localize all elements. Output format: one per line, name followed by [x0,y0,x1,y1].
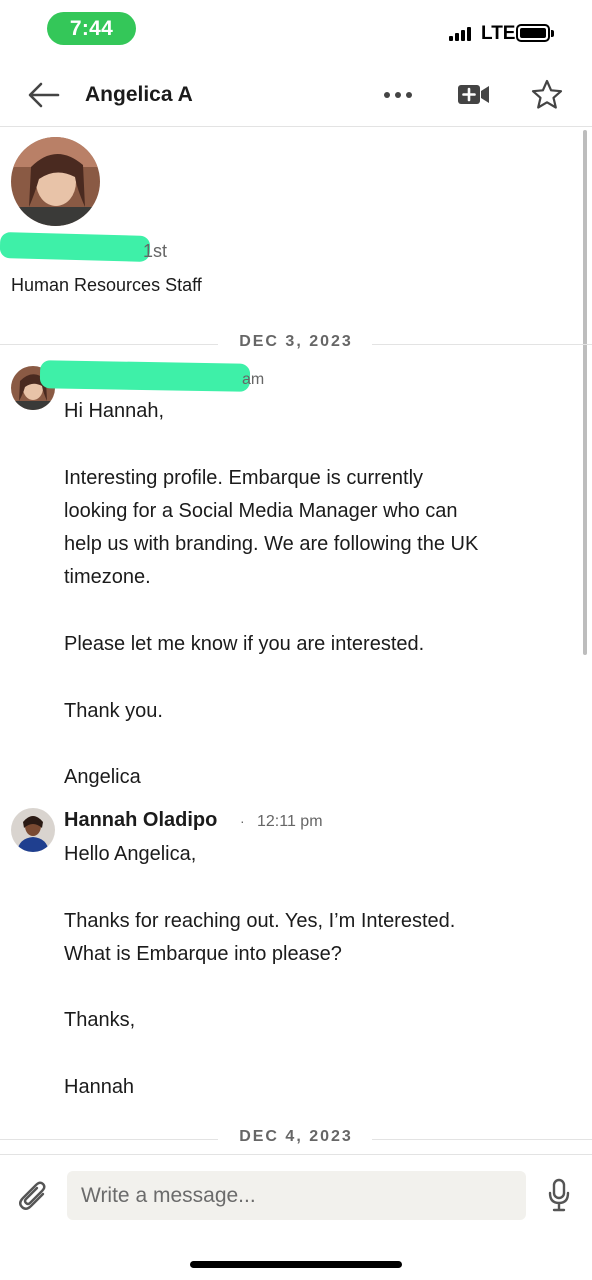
connection-degree: 1st [143,241,168,261]
message-line: Hello Angelica, [64,843,197,865]
more-icon [384,92,412,98]
back-arrow-icon [28,82,60,108]
message-line: looking for a Social Media Manager who c… [64,499,458,522]
date-label: DEC 3, 2023 [239,333,353,350]
message-line [64,971,564,1004]
date-divider: DEC 4, 2023 [0,1128,592,1150]
message-line [64,428,564,461]
message-line: Thanks for reaching out. Yes, I’m Intere… [64,909,456,932]
message-line: Hi Hannah, [64,400,165,422]
compose-bar [0,1154,592,1234]
redacted-name [0,232,151,262]
signal-icon [449,27,471,41]
message-line: Hannah [64,1076,135,1099]
sender-name[interactable]: Hannah Oladipo [64,809,217,832]
sender-photo [11,808,55,852]
message-line [64,661,564,694]
battery-icon [516,24,550,42]
profile-photo [11,137,100,226]
microphone-icon [548,1178,570,1212]
message-line: Thanks, [64,1009,136,1032]
video-call-button[interactable] [456,79,492,109]
message-body: Hello Angelica, Thanks for reaching out.… [64,838,564,1104]
message-time: 12:11 pm [257,813,323,830]
star-icon [531,79,563,109]
conversation-header: Angelica A [0,62,592,127]
separator-dot: · [240,813,245,829]
message-line [64,595,564,628]
message-body: Hi Hannah, Interesting profile. Embarque… [64,395,564,795]
paperclip-icon [19,1181,46,1210]
status-time: 7:44 [47,12,136,45]
star-button[interactable] [530,78,564,112]
video-call-icon [458,85,489,104]
message-line [64,871,564,904]
sender-avatar[interactable] [11,808,55,852]
message-line: Interesting profile. Embarque is current… [64,466,424,489]
date-label: DEC 4, 2023 [239,1128,353,1145]
date-divider: DEC 3, 2023 [0,333,592,355]
back-button[interactable] [24,80,64,110]
network-label: LTE [481,23,516,44]
message-line [64,1038,564,1071]
message-line: help us with branding. We are following … [64,533,479,556]
status-bar: 7:44 LTE [0,0,592,60]
battery-cap [551,30,554,37]
more-options-button[interactable] [382,82,416,108]
profile-headline: Human Resources Staff [11,275,202,295]
home-indicator[interactable] [190,1261,402,1268]
message-time: am [242,371,265,388]
message-line: Angelica [64,766,141,789]
attach-button[interactable] [16,1177,50,1213]
message-line: Please let me know if you are interested… [64,633,425,656]
message-line: What is Embarque into please? [64,942,342,965]
message-line: Thank you. [64,699,163,722]
header-title[interactable]: Angelica A [85,83,193,107]
scrollbar[interactable] [583,130,587,655]
redacted-sender [39,360,251,392]
profile-avatar[interactable] [11,137,100,226]
mic-button[interactable] [546,1177,572,1213]
message-line: timezone. [64,566,151,589]
message-input[interactable] [67,1171,526,1220]
message-line [64,728,564,761]
